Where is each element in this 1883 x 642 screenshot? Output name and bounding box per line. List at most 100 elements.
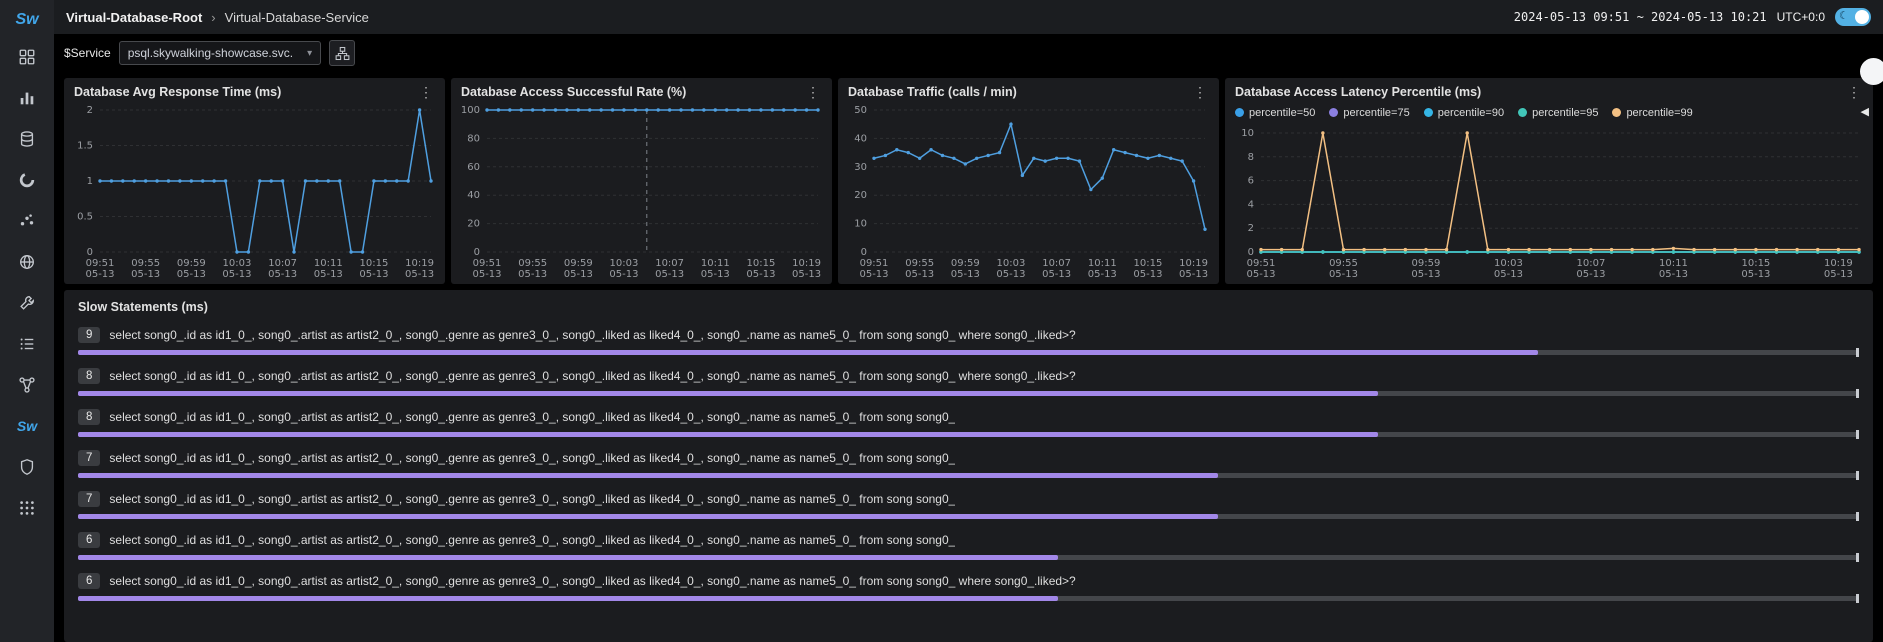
statement-duration-badge: 6 [78, 532, 100, 548]
svg-text:09:59: 09:59 [951, 258, 980, 269]
slow-statement-row[interactable]: 6select song0_.id as id1_0_, song0_.arti… [78, 532, 1859, 560]
panel-menu-button[interactable]: ⋮ [1191, 85, 1209, 99]
time-range-display[interactable]: 2024-05-13 09:51 ~ 2024-05-13 10:21 [1514, 10, 1767, 24]
panel-menu-button[interactable]: ⋮ [804, 85, 822, 99]
legend-dot-icon [1612, 108, 1621, 117]
sidebar-item-alerting[interactable] [0, 446, 54, 487]
svg-text:09:55: 09:55 [518, 258, 547, 269]
statement-sql-text: select song0_.id as id1_0_, song0_.artis… [109, 492, 955, 506]
svg-text:09:59: 09:59 [177, 258, 206, 269]
slow-statement-row[interactable]: 9select song0_.id as id1_0_, song0_.arti… [78, 327, 1859, 355]
svg-text:05-13: 05-13 [1088, 269, 1117, 280]
slow-statements-title: Slow Statements (ms) [78, 300, 1859, 314]
svg-text:05-13: 05-13 [609, 269, 638, 280]
header-right: 2024-05-13 09:51 ~ 2024-05-13 10:21 UTC+… [1514, 8, 1871, 26]
legend-item[interactable]: percentile=75 [1329, 107, 1409, 119]
svg-text:10: 10 [854, 219, 867, 230]
sidebar-item-dashboards[interactable] [0, 36, 54, 77]
slow-statement-row[interactable]: 8select song0_.id as id1_0_, song0_.arti… [78, 368, 1859, 396]
slow-statements-panel: Slow Statements (ms) 9select song0_.id a… [64, 290, 1873, 642]
slow-statement-row[interactable]: 8 select song0_.id as id1_0_, song0_.arti… [78, 409, 1859, 437]
statement-bar-fill [78, 391, 1378, 396]
svg-text:60: 60 [467, 162, 480, 173]
svg-text:09:59: 09:59 [1412, 258, 1441, 269]
shield-icon [18, 458, 36, 476]
donut-chart-icon [18, 171, 36, 189]
panel-title: Database Traffic (calls / min) [848, 85, 1017, 99]
breadcrumb-root[interactable]: Virtual-Database-Root [66, 10, 202, 25]
sidebar-item-browser[interactable] [0, 241, 54, 282]
statement-duration-badge: 6 [78, 573, 100, 589]
help-button[interactable] [1860, 58, 1883, 85]
svg-text:40: 40 [854, 133, 867, 144]
svg-text:8: 8 [1248, 152, 1254, 163]
svg-text:6: 6 [1248, 176, 1254, 187]
breadcrumb-separator-icon: › [211, 10, 215, 25]
sidebar-item-service-mesh[interactable] [0, 159, 54, 200]
sidebar-item-virtual-database[interactable]: Sw [0, 405, 54, 446]
svg-text:10:15: 10:15 [747, 258, 776, 269]
svg-text:09:59: 09:59 [564, 258, 593, 269]
sidebar-item-marketplace[interactable] [0, 487, 54, 528]
main-area: Virtual-Database-Root › Virtual-Database… [54, 0, 1883, 642]
svg-text:09:55: 09:55 [1329, 258, 1358, 269]
sidebar-item-database[interactable] [0, 118, 54, 159]
panel-menu-button[interactable]: ⋮ [417, 85, 435, 99]
moon-icon: ☾ [1839, 9, 1849, 22]
svg-text:05-13: 05-13 [1824, 269, 1853, 280]
statement-bar-track [78, 555, 1859, 560]
panel-avg-response-time: Database Avg Response Time (ms) ⋮ 00.511… [64, 78, 445, 284]
statement-duration-badge: 7 [78, 491, 100, 507]
statement-bar-fill [78, 473, 1218, 478]
theme-toggle[interactable]: ☾ [1835, 8, 1871, 26]
svg-text:10:19: 10:19 [792, 258, 821, 269]
svg-text:05-13: 05-13 [222, 269, 251, 280]
svg-text:10:07: 10:07 [1577, 258, 1606, 269]
legend-item[interactable]: percentile=95 [1518, 107, 1598, 119]
statement-sql-text: select song0_.id as id1_0_, song0_.artis… [109, 328, 1075, 342]
legend-item[interactable]: percentile=90 [1424, 107, 1504, 119]
svg-text:05-13: 05-13 [177, 269, 206, 280]
statement-bar-fill [78, 514, 1218, 519]
legend-prev-arrow[interactable]: ◀ [1858, 105, 1869, 118]
svg-text:05-13: 05-13 [268, 269, 297, 280]
panel-title: Database Avg Response Time (ms) [74, 85, 281, 99]
list-icon [18, 335, 36, 353]
svg-text:2: 2 [87, 105, 93, 116]
statement-sql-text: select song0_.id as id1_0_, song0_.artis… [109, 410, 955, 424]
statement-bar-fill [78, 350, 1538, 355]
svg-text:05-13: 05-13 [131, 269, 160, 280]
svg-text:05-13: 05-13 [655, 269, 684, 280]
legend-item[interactable]: percentile=50 [1235, 107, 1315, 119]
sidebar-item-log[interactable] [0, 323, 54, 364]
database-icon [18, 130, 36, 148]
sidebar-item-metrics[interactable] [0, 77, 54, 118]
slow-statements-list: 9select song0_.id as id1_0_, song0_.arti… [78, 327, 1859, 601]
panel-title: Database Access Latency Percentile (ms) [1235, 85, 1481, 99]
svg-text:0.5: 0.5 [77, 212, 93, 223]
globe-icon [18, 253, 36, 271]
svg-text:20: 20 [467, 219, 480, 230]
slow-statement-row[interactable]: 7select song0_.id as id1_0_, song0_.arti… [78, 450, 1859, 478]
service-select[interactable]: psql.skywalking-showcase.svc. ▾ [119, 41, 321, 65]
slow-statement-row[interactable]: 7 select song0_.id as id1_0_, song0_.arti… [78, 491, 1859, 519]
statement-bar-track [78, 514, 1859, 519]
svg-text:80: 80 [467, 133, 480, 144]
panel-menu-button[interactable]: ⋮ [1845, 85, 1863, 99]
slow-statement-row[interactable]: 6select song0_.id as id1_0_, song0_.arti… [78, 573, 1859, 601]
scatter-icon [18, 212, 36, 230]
sidebar-item-infrastructure[interactable] [0, 282, 54, 323]
svg-text:10:11: 10:11 [1088, 258, 1117, 269]
legend-item[interactable]: percentile=99 [1612, 107, 1692, 119]
statement-duration-badge: 8 [78, 409, 100, 425]
sitemap-icon [335, 46, 350, 61]
legend-dot-icon [1424, 108, 1433, 117]
svg-text:10:11: 10:11 [701, 258, 730, 269]
sidebar-item-topology[interactable] [0, 364, 54, 405]
sidebar-item-functions[interactable] [0, 200, 54, 241]
chart-latency-percentile: 024681009:5105-1309:5505-1309:5905-1310:… [1225, 123, 1873, 284]
topology-view-button[interactable] [329, 40, 355, 66]
svg-text:0: 0 [861, 247, 867, 258]
statement-bar-fill [78, 432, 1378, 437]
chart-avg-response-time: 00.511.5209:5105-1309:5505-1309:5905-131… [64, 100, 445, 284]
